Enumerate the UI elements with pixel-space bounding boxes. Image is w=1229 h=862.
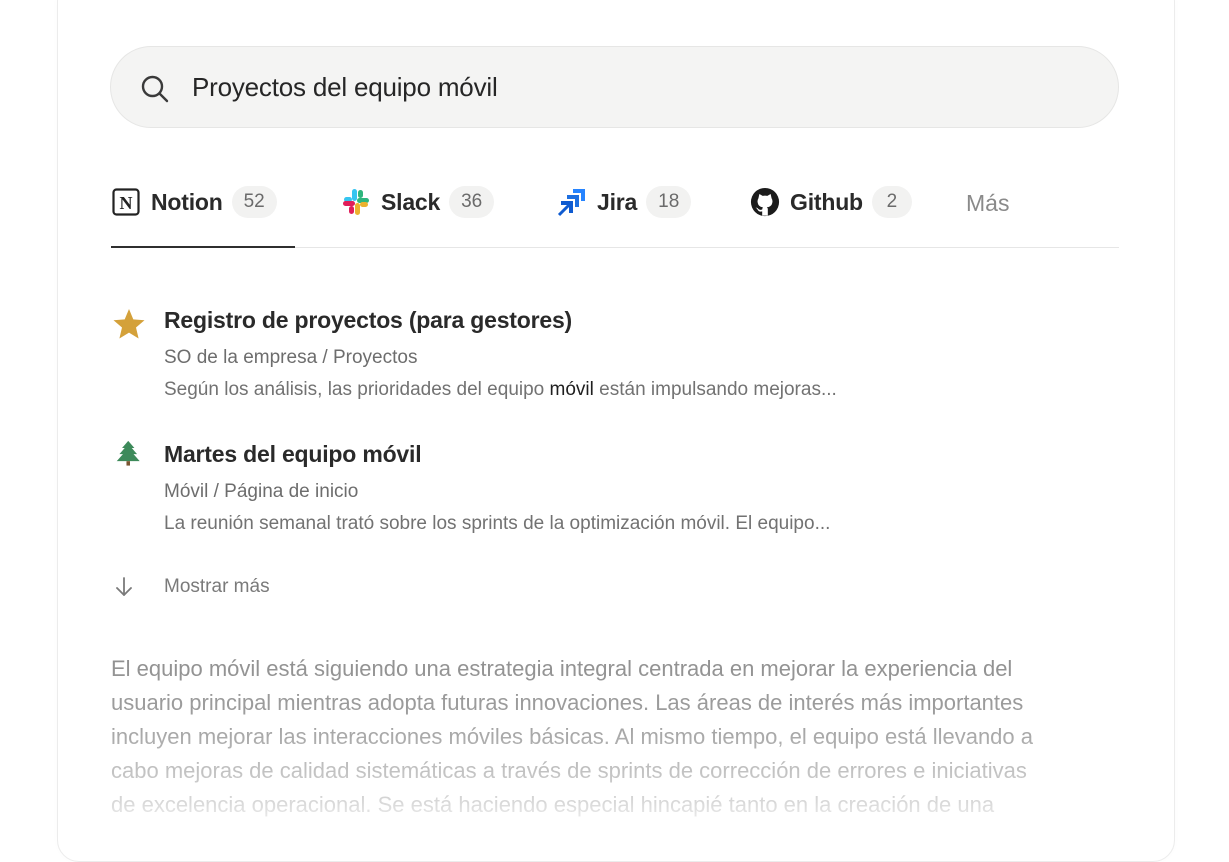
- tab-more[interactable]: Más: [966, 190, 1009, 217]
- ai-answer-text: El equipo móvil está siguiendo una estra…: [111, 652, 1121, 822]
- search-input[interactable]: [192, 67, 1092, 107]
- result-snippet: La reunión semanal trató sobre los sprin…: [164, 513, 831, 534]
- svg-text:N: N: [120, 193, 133, 213]
- snippet-highlight: móvil: [549, 379, 594, 400]
- answer-line: de excelencia operacional. Se está hacie…: [111, 792, 995, 817]
- answer-line: cabo mejoras de calidad sistemáticas a t…: [111, 758, 1027, 783]
- result-item[interactable]: Registro de proyectos (para gestores) SO…: [112, 307, 1112, 403]
- active-tab-indicator: [111, 246, 295, 248]
- tab-slack[interactable]: Slack 36: [341, 186, 495, 218]
- result-path: Móvil / Página de inicio: [164, 481, 359, 502]
- arrow-down-icon: [116, 577, 132, 596]
- answer-line: usuario principal mientras adopta futura…: [111, 690, 1024, 715]
- notion-logo-icon: N: [111, 187, 141, 217]
- tab-notion-count: 52: [231, 186, 277, 218]
- tab-notion[interactable]: N Notion 52: [111, 186, 277, 218]
- star-icon: [113, 309, 145, 339]
- tab-github[interactable]: Github 2: [750, 186, 912, 218]
- answer-line: incluyen mejorar las interacciones móvil…: [111, 724, 1034, 749]
- result-title[interactable]: Martes del equipo móvil: [164, 441, 422, 468]
- answer-line: El equipo móvil está siguiendo una estra…: [111, 656, 1013, 681]
- tab-notion-label: Notion: [151, 188, 223, 215]
- tab-slack-label: Slack: [381, 188, 441, 215]
- github-logo-icon: [750, 187, 780, 217]
- result-path: SO de la empresa / Proyectos: [164, 347, 418, 368]
- source-tabs: N Notion 52 Slack 36 Jira 18 Github 2 Má…: [111, 180, 1119, 250]
- tab-github-count: 2: [871, 186, 912, 218]
- result-snippet: Según los análisis, las prioridades del …: [164, 379, 837, 400]
- show-more-button[interactable]: Mostrar más: [112, 573, 270, 601]
- tab-slack-count: 36: [449, 186, 495, 218]
- result-title[interactable]: Registro de proyectos (para gestores): [164, 307, 572, 334]
- search-icon: [141, 75, 169, 103]
- tab-jira[interactable]: Jira 18: [557, 186, 692, 218]
- show-more-label: Mostrar más: [164, 576, 270, 597]
- search-bar[interactable]: [110, 46, 1119, 128]
- tree-icon: [116, 440, 140, 466]
- jira-logo-icon: [557, 187, 587, 217]
- tab-github-label: Github: [790, 188, 863, 215]
- result-item[interactable]: Martes del equipo móvil Móvil / Página d…: [112, 440, 1112, 537]
- tab-jira-label: Jira: [597, 188, 638, 215]
- tab-jira-count: 18: [646, 186, 692, 218]
- slack-logo-icon: [341, 187, 371, 217]
